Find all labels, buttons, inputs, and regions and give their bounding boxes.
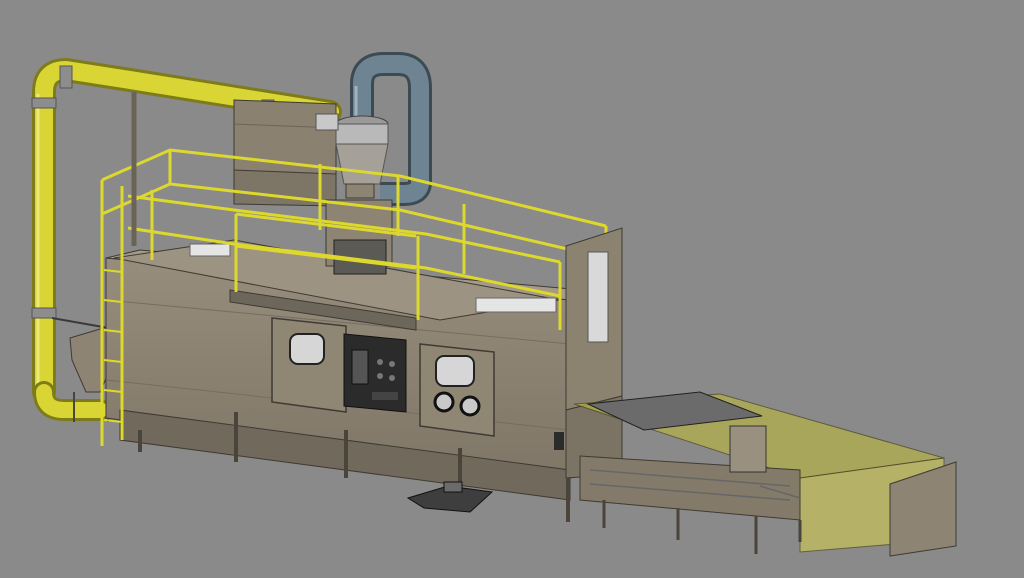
- machine-drawing: [31, 52, 957, 557]
- left-access-door: [271, 317, 347, 413]
- conveyor: [573, 391, 957, 557]
- glove-port-door: [419, 343, 495, 437]
- cad-viewport[interactable]: [0, 0, 1024, 578]
- control-panel: [343, 333, 407, 413]
